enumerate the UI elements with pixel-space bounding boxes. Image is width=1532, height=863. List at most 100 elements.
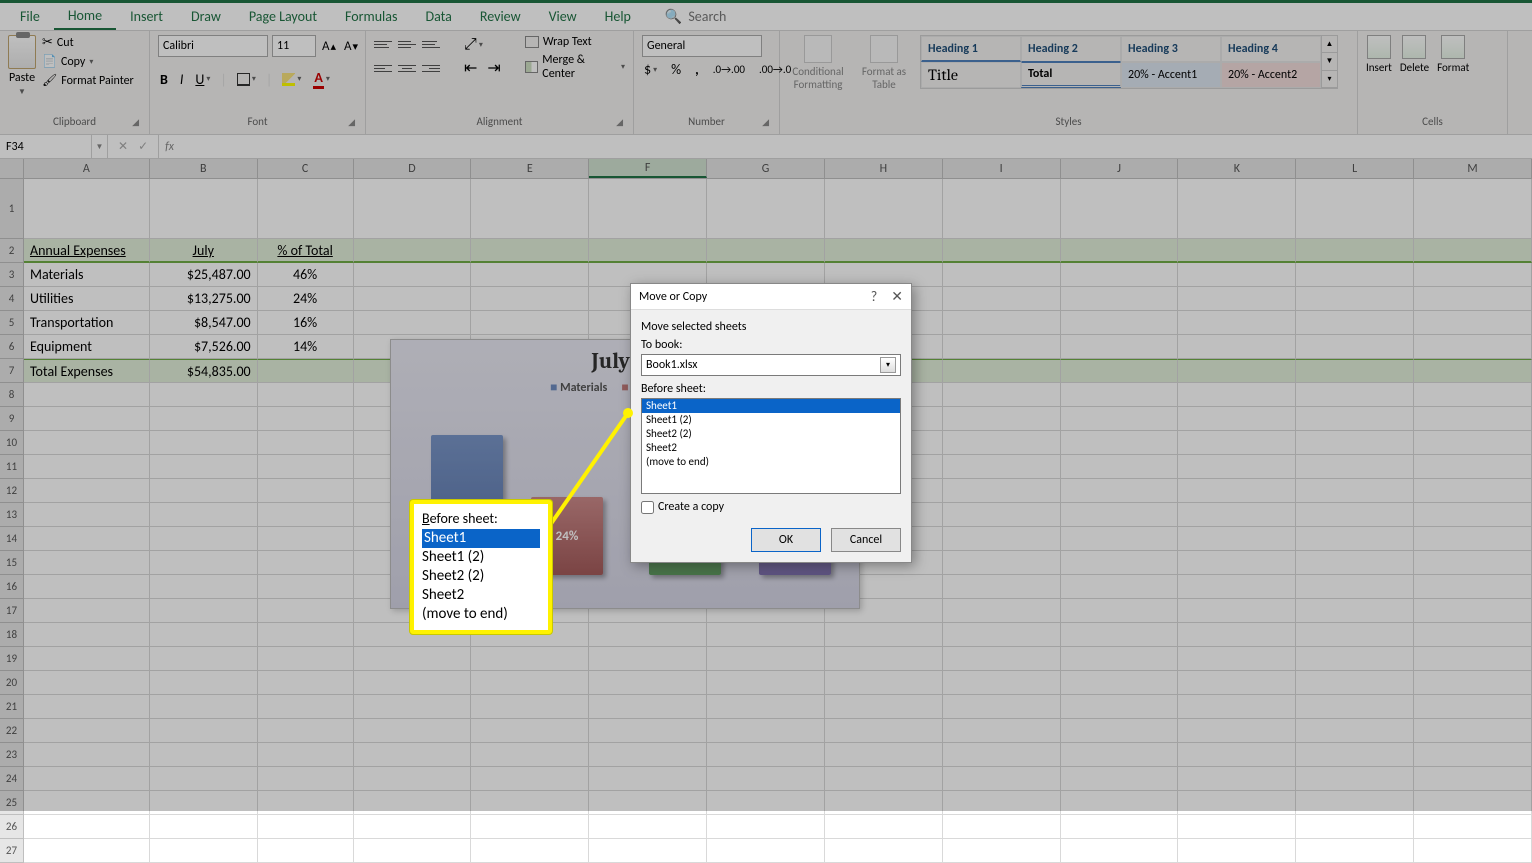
cell[interactable]	[1296, 671, 1414, 695]
cell[interactable]	[943, 179, 1061, 239]
style-heading3[interactable]: Heading 3	[1121, 36, 1221, 62]
cell[interactable]	[24, 671, 150, 695]
cell[interactable]	[471, 791, 589, 815]
cell[interactable]	[1414, 359, 1532, 383]
cell[interactable]	[24, 527, 150, 551]
cell[interactable]	[707, 839, 825, 863]
cell[interactable]	[943, 743, 1061, 767]
cell[interactable]	[943, 311, 1061, 335]
row-header[interactable]: 12	[0, 479, 24, 503]
cell[interactable]	[1296, 179, 1414, 239]
close-icon[interactable]: ✕	[891, 288, 903, 305]
italic-button[interactable]: I	[178, 71, 186, 88]
decrease-font-button[interactable]: A▾	[342, 39, 360, 54]
cell[interactable]	[258, 767, 354, 791]
chevron-down-icon[interactable]: ▾	[880, 357, 896, 373]
cell[interactable]	[943, 479, 1061, 503]
cell[interactable]	[1178, 455, 1296, 479]
cell[interactable]: July	[150, 239, 258, 263]
cell[interactable]	[589, 815, 707, 839]
font-color-button[interactable]: A	[311, 69, 332, 89]
list-item[interactable]: Sheet2 (2)	[642, 427, 900, 441]
cell[interactable]	[1296, 743, 1414, 767]
tab-data[interactable]: Data	[411, 4, 465, 29]
cell[interactable]	[471, 839, 589, 863]
cell[interactable]	[1061, 815, 1179, 839]
cell[interactable]	[24, 551, 150, 575]
cell[interactable]	[1061, 527, 1179, 551]
cell[interactable]	[707, 791, 825, 815]
cell[interactable]	[1061, 599, 1179, 623]
row-header[interactable]: 25	[0, 791, 24, 815]
wrap-text-button[interactable]: Wrap Text	[525, 35, 625, 49]
cell[interactable]	[24, 407, 150, 431]
cell[interactable]	[589, 239, 707, 263]
cell[interactable]	[1414, 455, 1532, 479]
enter-formula-icon[interactable]: ✓	[138, 139, 148, 154]
name-box[interactable]: F34	[0, 135, 92, 158]
cell[interactable]	[943, 671, 1061, 695]
cell[interactable]	[1414, 311, 1532, 335]
cell[interactable]	[589, 695, 707, 719]
cell[interactable]	[354, 719, 472, 743]
cell[interactable]	[24, 767, 150, 791]
percent-format-button[interactable]: %	[669, 61, 683, 78]
tab-home[interactable]: Home	[54, 3, 116, 30]
cell[interactable]	[471, 815, 589, 839]
cell[interactable]: Materials	[24, 263, 150, 287]
cell[interactable]	[707, 767, 825, 791]
list-item[interactable]: (move to end)	[642, 455, 900, 469]
cell[interactable]	[354, 695, 472, 719]
cell[interactable]	[943, 455, 1061, 479]
cell[interactable]	[1178, 791, 1296, 815]
style-total[interactable]: Total	[1021, 62, 1121, 88]
accounting-format-button[interactable]: $	[642, 61, 659, 78]
cell[interactable]	[1178, 239, 1296, 263]
cell[interactable]	[1296, 551, 1414, 575]
cell[interactable]	[1178, 479, 1296, 503]
cell[interactable]	[1414, 431, 1532, 455]
col-header-C[interactable]: C	[258, 159, 354, 178]
cell[interactable]	[1414, 623, 1532, 647]
style-heading4[interactable]: Heading 4	[1221, 36, 1321, 62]
copy-button[interactable]: Copy▾	[42, 54, 134, 69]
cell[interactable]	[1296, 767, 1414, 791]
cell[interactable]	[943, 839, 1061, 863]
cell[interactable]	[1296, 791, 1414, 815]
cell[interactable]	[24, 599, 150, 623]
cell[interactable]	[1414, 263, 1532, 287]
cell[interactable]	[354, 311, 472, 335]
cell[interactable]	[1414, 383, 1532, 407]
row-header[interactable]: 7	[0, 359, 24, 383]
tab-review[interactable]: Review	[466, 4, 535, 29]
row-header[interactable]: 4	[0, 287, 24, 311]
orientation-button[interactable]: ⤢	[462, 35, 485, 54]
cell[interactable]	[1414, 335, 1532, 359]
cell[interactable]	[150, 767, 258, 791]
cell[interactable]: % of Total	[258, 239, 354, 263]
col-header-F[interactable]: F	[589, 159, 707, 178]
cell[interactable]	[1178, 839, 1296, 863]
underline-button[interactable]: U	[193, 71, 212, 88]
cell[interactable]	[1061, 455, 1179, 479]
cell[interactable]	[258, 599, 354, 623]
style-accent2[interactable]: 20% - Accent2	[1221, 62, 1321, 88]
cell[interactable]	[589, 671, 707, 695]
cell[interactable]	[258, 503, 354, 527]
cell[interactable]	[1296, 815, 1414, 839]
dialog-launcher-icon[interactable]: ◢	[762, 117, 769, 128]
cell[interactable]	[354, 179, 472, 239]
cell[interactable]	[150, 527, 258, 551]
align-right-button[interactable]	[422, 60, 440, 76]
cell[interactable]	[943, 383, 1061, 407]
cell[interactable]: 24%	[258, 287, 354, 311]
cell[interactable]	[1296, 479, 1414, 503]
comma-format-button[interactable]: ,	[693, 61, 701, 78]
cell[interactable]	[707, 671, 825, 695]
cell[interactable]	[943, 527, 1061, 551]
cell[interactable]	[24, 719, 150, 743]
cell[interactable]: 16%	[258, 311, 354, 335]
borders-button[interactable]	[235, 73, 258, 86]
cell[interactable]	[1061, 839, 1179, 863]
cell[interactable]	[258, 719, 354, 743]
